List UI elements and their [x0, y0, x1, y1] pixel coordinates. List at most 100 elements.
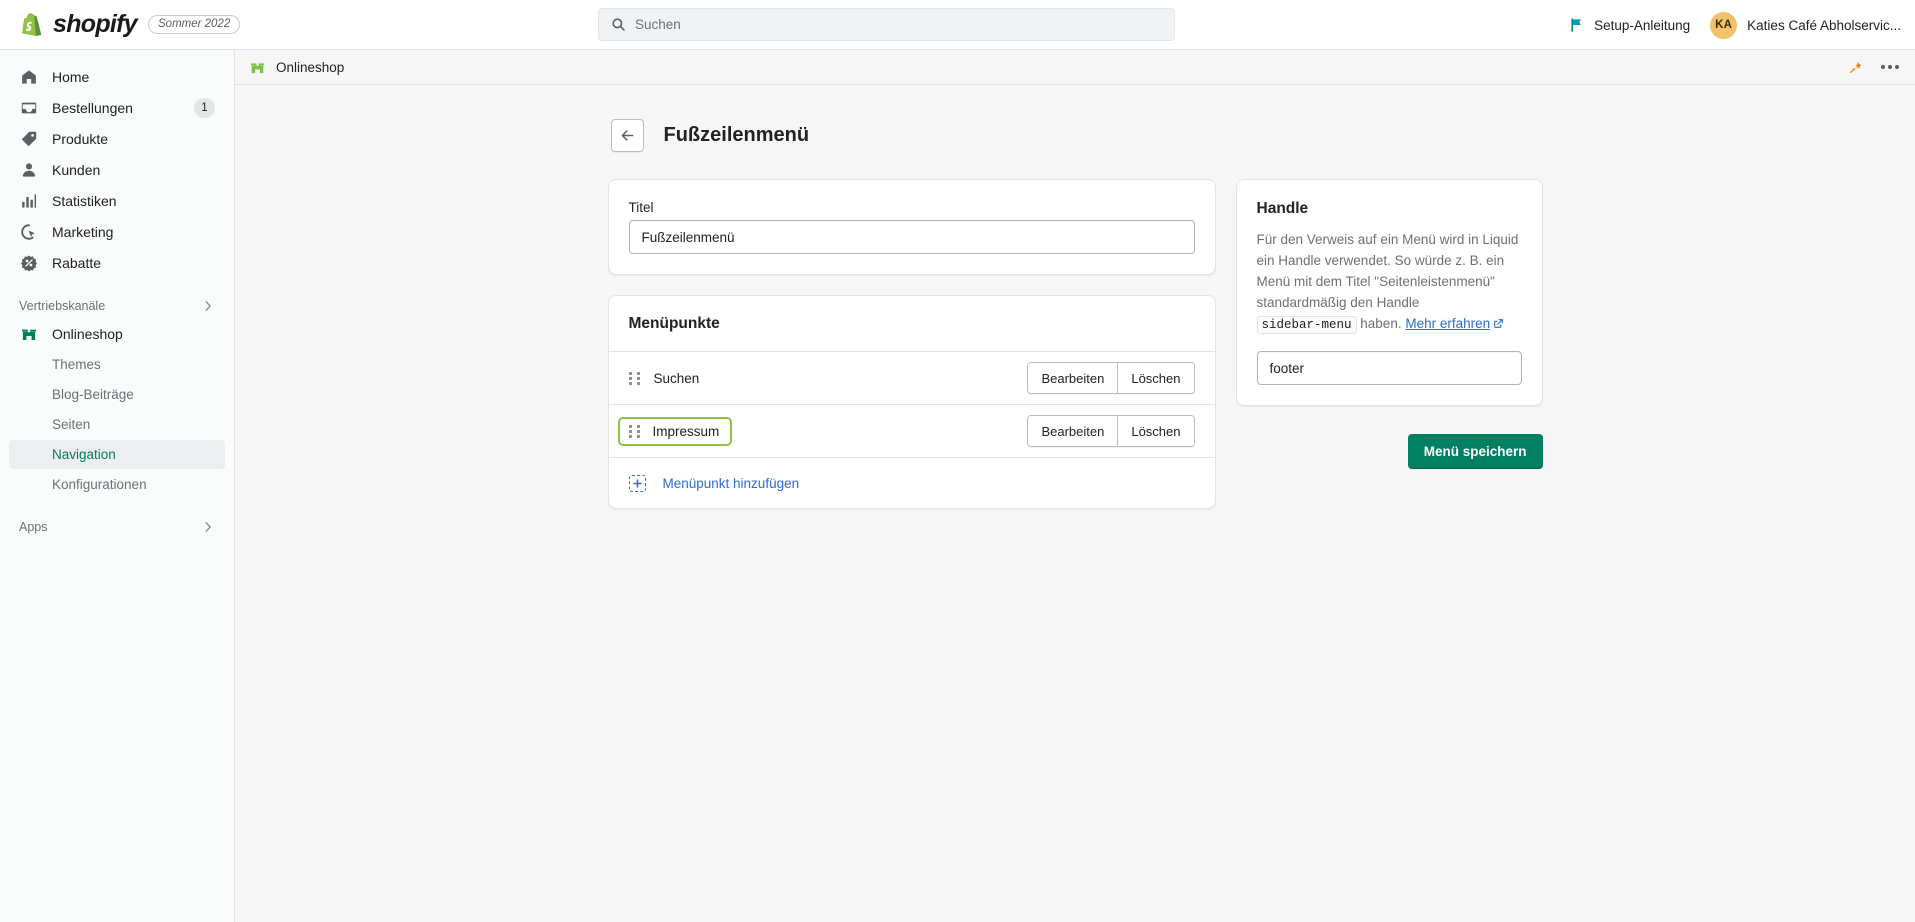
sidebar-item-themes[interactable]: Themes — [9, 350, 225, 379]
drag-handle-icon[interactable] — [628, 424, 640, 438]
sidebar: Home Bestellungen 1 Produkte Kunden Stat… — [0, 50, 235, 922]
delete-button[interactable]: Löschen — [1117, 416, 1194, 446]
search-input[interactable]: Suchen — [598, 8, 1175, 41]
menu-item-actions: Bearbeiten Löschen — [1027, 415, 1195, 447]
sidebar-item-home[interactable]: Home — [9, 62, 225, 91]
sidebar-item-produkte[interactable]: Produkte — [9, 124, 225, 153]
version-badge: Sommer 2022 — [148, 15, 241, 34]
menu-items-card: Menüpunkte Suchen Bearbeiten Löschen Imp… — [607, 295, 1216, 509]
sidebar-group-label: Apps — [19, 520, 48, 534]
analytics-icon — [19, 191, 39, 211]
menu-item-focused[interactable]: Impressum — [617, 416, 733, 446]
sidebar-item-rabatte[interactable]: Rabatte — [9, 248, 225, 277]
top-bar: shopify Sommer 2022 Suchen Setup-Anleitu… — [0, 0, 1915, 50]
sidebar-item-label: Rabatte — [52, 254, 102, 271]
title-input[interactable]: Fußzeilenmenü — [628, 220, 1195, 254]
chevron-right-icon — [205, 301, 211, 311]
sidebar-item-konfigurationen[interactable]: Konfigurationen — [9, 470, 225, 499]
sidebar-subitem-label: Seiten — [52, 417, 91, 432]
menu-item-actions: Bearbeiten Löschen — [1027, 362, 1195, 394]
chevron-right-icon — [205, 522, 211, 532]
account-menu[interactable]: KA Katies Café Abholservic... — [1710, 11, 1901, 39]
shopify-logo — [22, 12, 42, 36]
sidebar-subitem-label: Navigation — [52, 447, 116, 462]
handle-desc-part2: haben. — [1360, 315, 1402, 331]
sidebar-item-onlineshop[interactable]: Onlineshop — [9, 319, 225, 348]
ellipsis-icon[interactable] — [1881, 65, 1899, 69]
context-bar: Onlineshop — [235, 50, 1915, 85]
edit-button[interactable]: Bearbeiten — [1028, 363, 1118, 393]
sidebar-divider-2 — [0, 500, 234, 514]
setup-guide-button[interactable]: Setup-Anleitung — [1569, 17, 1690, 33]
sidebar-group-apps[interactable]: Apps — [9, 514, 225, 540]
sidebar-item-bestellungen[interactable]: Bestellungen 1 — [9, 93, 225, 122]
sidebar-subitem-label: Themes — [52, 357, 101, 372]
menu-items-card-header: Menüpunkte — [609, 296, 1215, 351]
top-bar-right: Setup-Anleitung KA Katies Café Abholserv… — [1569, 0, 1901, 50]
menu-item-label: Suchen — [653, 370, 700, 386]
arrow-left-icon — [621, 130, 633, 141]
save-row: Menü speichern — [1236, 434, 1543, 470]
global-search[interactable]: Suchen — [598, 8, 1175, 41]
external-link-icon — [1494, 318, 1504, 328]
primary-column: Titel Fußzeilenmenü Menüpunkte Suchen Be… — [607, 179, 1216, 509]
sidebar-item-label: Home — [52, 68, 90, 85]
delete-button[interactable]: Löschen — [1117, 363, 1194, 393]
page-body: Fußzeilenmenü Titel Fußzeilenmenü Menüpu… — [235, 85, 1915, 509]
sidebar-subitem-label: Blog-Beiträge — [52, 387, 134, 402]
sidebar-item-navigation[interactable]: Navigation — [9, 440, 225, 469]
avatar: KA — [1710, 11, 1738, 39]
page-container: Fußzeilenmenü Titel Fußzeilenmenü Menüpu… — [607, 119, 1543, 509]
context-bar-actions — [1848, 60, 1899, 75]
handle-input[interactable]: footer — [1256, 351, 1522, 386]
search-icon — [612, 18, 625, 31]
menu-items-title: Menüpunkte — [628, 315, 720, 332]
sidebar-item-kunden[interactable]: Kunden — [9, 155, 225, 184]
sidebar-item-label: Kunden — [52, 161, 101, 178]
edit-button[interactable]: Bearbeiten — [1028, 416, 1118, 446]
page-header: Fußzeilenmenü — [608, 119, 1543, 152]
setup-guide-label: Setup-Anleitung — [1594, 17, 1691, 33]
sidebar-item-label: Produkte — [52, 130, 109, 147]
menu-item-label: Impressum — [652, 423, 720, 439]
channel-label: Onlineshop — [276, 59, 345, 75]
sidebar-item-label: Statistiken — [52, 192, 117, 209]
menu-item-row: Suchen Bearbeiten Löschen — [608, 351, 1215, 404]
brand-area[interactable]: shopify Sommer 2022 — [0, 10, 241, 39]
orders-count-badge: 1 — [194, 97, 215, 118]
main-content: Onlineshop Fußzeilenmenü Titel Fußzeilen… — [235, 50, 1915, 922]
storefront-icon — [19, 324, 39, 344]
sidebar-item-seiten[interactable]: Seiten — [9, 410, 225, 439]
title-card: Titel Fußzeilenmenü — [607, 179, 1216, 275]
sidebar-subitem-label: Konfigurationen — [52, 477, 147, 492]
save-menu-button[interactable]: Menü speichern — [1407, 434, 1543, 470]
sidebar-item-statistiken[interactable]: Statistiken — [9, 186, 225, 215]
add-menu-item-button[interactable]: Menüpunkt hinzufügen — [608, 457, 1215, 508]
sidebar-item-label: Onlineshop — [52, 325, 123, 342]
account-name: Katies Café Abholservic... — [1747, 17, 1901, 33]
drag-handle-icon[interactable] — [628, 371, 640, 385]
sidebar-item-marketing[interactable]: Marketing — [9, 217, 225, 246]
page-columns: Titel Fußzeilenmenü Menüpunkte Suchen Be… — [607, 179, 1543, 509]
title-card-body: Titel Fußzeilenmenü — [609, 180, 1215, 274]
channel-breadcrumb[interactable]: Onlineshop — [249, 59, 344, 76]
back-button[interactable] — [610, 119, 644, 152]
handle-desc-part1: Für den Verweis auf ein Menü wird in Liq… — [1256, 232, 1519, 310]
handle-card-description: Für den Verweis auf ein Menü wird in Liq… — [1256, 230, 1522, 335]
discounts-icon — [19, 253, 39, 273]
marketing-icon — [19, 222, 39, 242]
handle-code-example: sidebar-menu — [1256, 315, 1357, 334]
sidebar-item-blog-beitraege[interactable]: Blog-Beiträge — [9, 380, 225, 409]
handle-card-title: Handle — [1256, 200, 1309, 217]
handle-input-value: footer — [1269, 360, 1305, 376]
sidebar-group-label: Vertriebskanäle — [19, 299, 106, 313]
sidebar-divider — [0, 279, 234, 293]
add-square-icon — [628, 474, 646, 492]
learn-more-link[interactable]: Mehr erfahren — [1405, 316, 1490, 331]
page-title: Fußzeilenmenü — [663, 124, 810, 146]
sidebar-group-vertriebskanaele[interactable]: Vertriebskanäle — [9, 293, 225, 319]
shopify-wordmark: shopify — [53, 10, 138, 38]
handle-input-wrap: footer — [1256, 351, 1522, 386]
pin-icon[interactable] — [1848, 60, 1863, 75]
menu-item-row: Impressum Bearbeiten Löschen — [608, 404, 1215, 457]
